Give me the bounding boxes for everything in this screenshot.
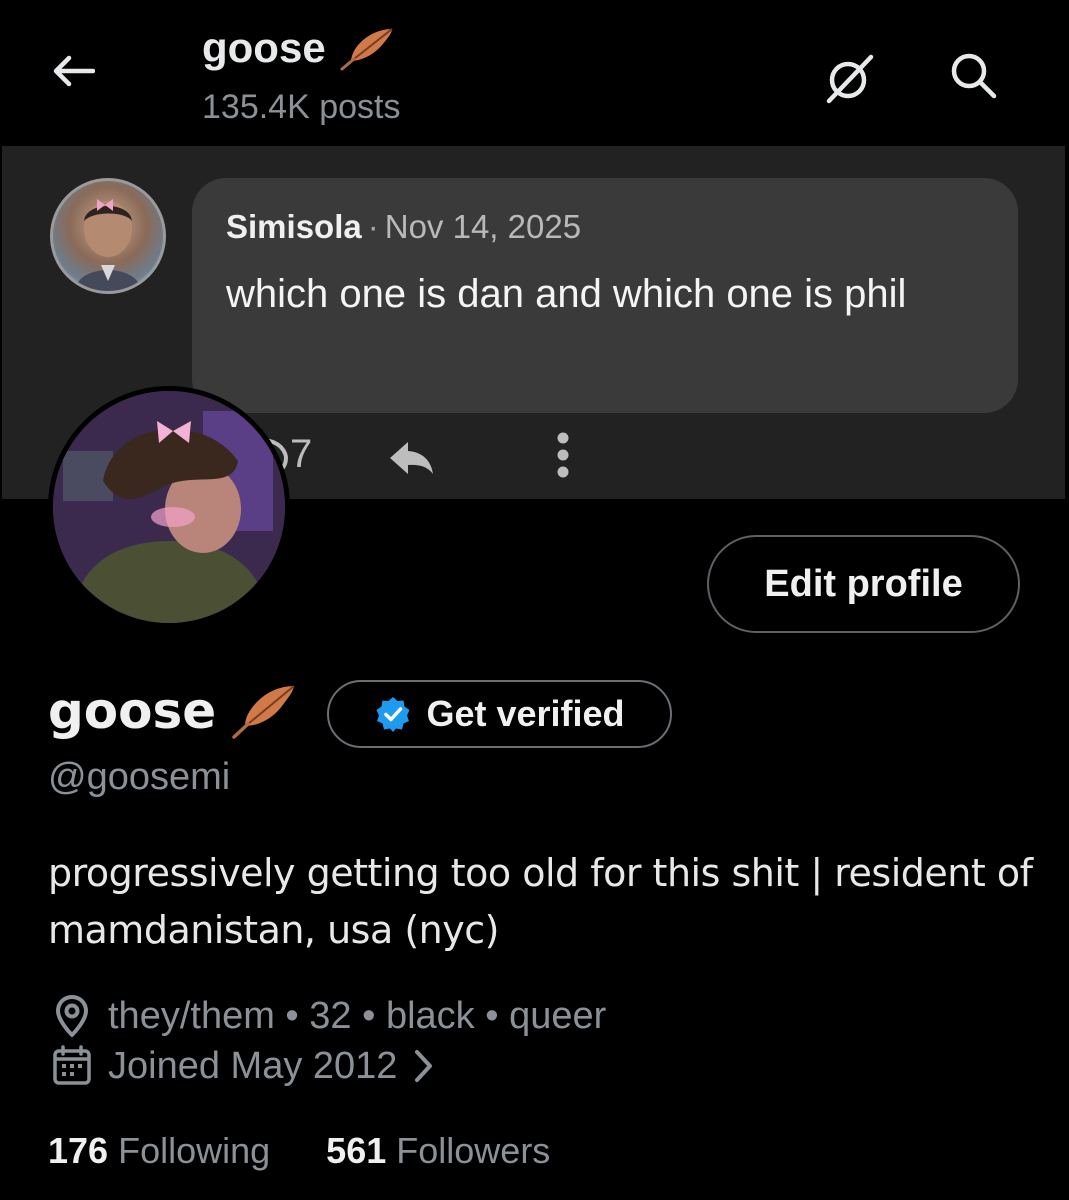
share-button[interactable] [384, 432, 438, 484]
reply-author-avatar[interactable] [50, 178, 166, 294]
following-link[interactable]: 176 Following [48, 1130, 270, 1172]
profile-location: they/them • 32 • black • queer [108, 994, 607, 1037]
profile-handle: @goosemi [48, 756, 231, 798]
post-count: 135.4K posts [202, 88, 401, 126]
profile-avatar[interactable] [48, 386, 290, 628]
header-title-row: goose [202, 24, 396, 72]
back-arrow-icon [53, 55, 95, 87]
share-arrow-icon [390, 442, 433, 474]
followers-label: Followers [396, 1130, 551, 1171]
reply-text: which one is dan and which one is phil [226, 272, 907, 316]
edit-profile-button[interactable]: Edit profile [707, 535, 1020, 633]
search-icon [951, 53, 997, 99]
more-vertical-icon [557, 432, 569, 478]
feather-icon [340, 28, 393, 71]
get-verified-button[interactable]: Get verified [327, 680, 672, 748]
profile-stats: 176 Following 561 Followers [48, 1130, 550, 1172]
more-button[interactable] [545, 430, 581, 480]
chevron-right-icon [415, 1050, 433, 1082]
profile-bio: progressively getting too old for this s… [48, 851, 1033, 952]
following-label: Following [118, 1130, 271, 1171]
followers-count: 561 [326, 1130, 387, 1171]
feather-icon [232, 685, 295, 739]
following-count: 176 [48, 1130, 109, 1171]
header-title: goose [202, 24, 326, 71]
reply-separator: · [367, 208, 379, 245]
back-button[interactable] [48, 46, 98, 96]
display-name: goose [48, 682, 217, 740]
reply-date: Nov 14, 2025 [384, 208, 582, 245]
reply-count: 7 [290, 432, 313, 476]
avatar [53, 391, 285, 623]
location-pin-icon [56, 995, 88, 1037]
verified-badge-icon [376, 697, 410, 732]
reply-header: Simisola · Nov 14, 2025 [226, 208, 984, 246]
search-button[interactable] [944, 46, 1002, 104]
grok-icon [826, 54, 874, 104]
calendar-icon [53, 1045, 91, 1085]
followers-link[interactable]: 561 Followers [326, 1130, 550, 1172]
display-name-row: goose [48, 682, 298, 740]
location-row: they/them • 32 • black • queer [50, 994, 606, 1038]
grok-button[interactable] [820, 50, 878, 108]
profile-joined: Joined May 2012 [108, 1044, 398, 1087]
get-verified-label: Get verified [426, 693, 625, 734]
joined-row[interactable]: Joined May 2012 [50, 1044, 435, 1088]
avatar [75, 199, 141, 291]
reply-author-name[interactable]: Simisola [226, 208, 362, 246]
reply-bubble[interactable]: Simisola · Nov 14, 2025 which one is dan… [192, 178, 1018, 413]
